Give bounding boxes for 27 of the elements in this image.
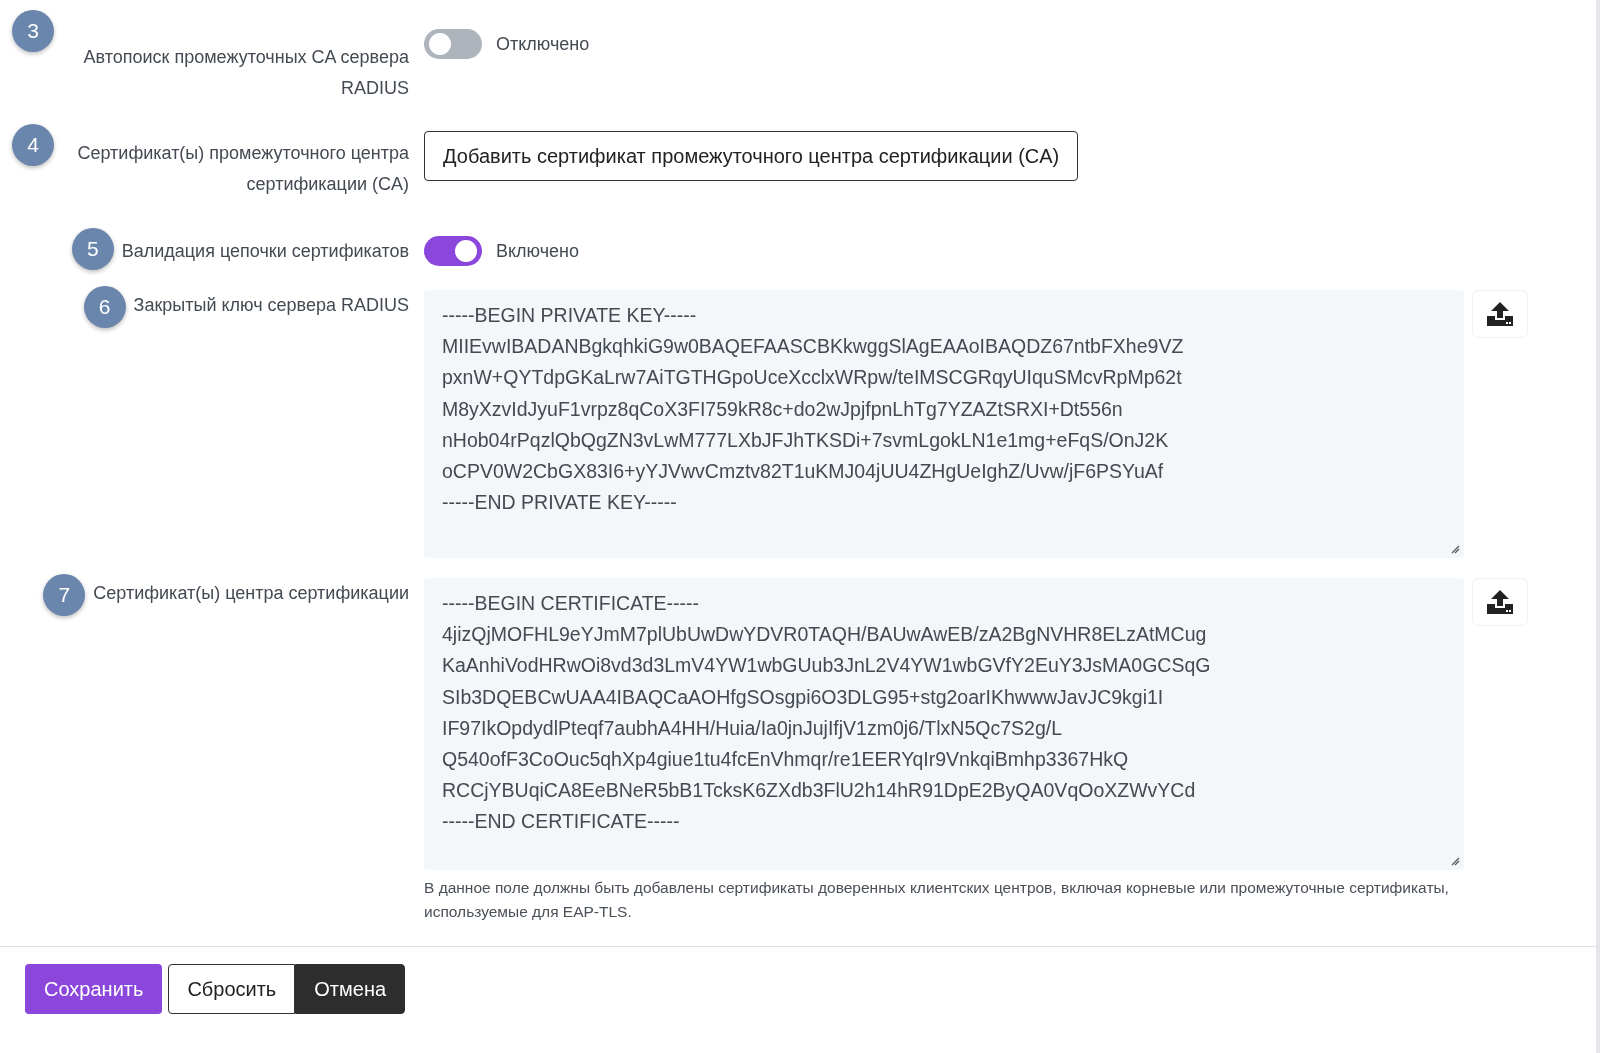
upload-icon: [1487, 302, 1513, 326]
step-number: 5: [71, 228, 114, 270]
step-number: 7: [43, 574, 86, 616]
toggle-switch[interactable]: [424, 236, 482, 266]
upload-button[interactable]: [1472, 290, 1528, 338]
field-label: Сертификат(ы) промежуточного центра сертификации (CA): [76, 142, 409, 196]
upload-icon: [1487, 590, 1513, 614]
step-number: 3: [12, 10, 54, 52]
private-key-field[interactable]: -----BEGIN PRIVATE KEY----- MIIEvwIBADANBgkqhkiG9w0BAQEFAASCBKkwggSlAgEAAoIBAQDZ67ntbFXhe9VZ pxnW+QYTdpGKaLrw7AiTGTHGpoUceXcclxWRpw/teIMSCGRqyUIquSMcvRpMp62t M8yXzvIdJyuF1vrpz8qCoX3FI759kR8c+do2wJpjfpnLhTg7YZAZtSRXI+Dt556n nHob04rPqzlQbQgZN3vLwM777LXbJFJhTKSDi+7svmLgokLN1e1mg+eFqS/OnJ2K oCPV0W2CbGX83I6+yYJVwvCmztv82T1uKMJ04jUU4ZHgUeIghZ/Uvw/jF6PSYuAf -----END PRIVATE KEY-----: [424, 290, 1464, 558]
reset-button[interactable]: Сбросить: [168, 964, 296, 1014]
save-button[interactable]: Сохранить: [25, 964, 163, 1014]
add-certificate-button[interactable]: Добавить сертификат промежуточного центра сертификации (CA): [424, 131, 1079, 181]
field-label: Сертификат(ы) центра сертификации: [93, 582, 409, 605]
field-label: Закрытый ключ сервера RADIUS: [133, 294, 409, 317]
resize-handle-icon[interactable]: [1450, 544, 1460, 554]
toggle-switch[interactable]: [424, 29, 482, 59]
certificate-field[interactable]: -----BEGIN CERTIFICATE----- 4jizQjMOFHL9eYJmM7plUbUwDwYDVR0TAQH/BAUwAwEB/zA2BgNVHR8ELzAtMCug KaAnhiVodHRwOi8vd3d3LmV4YW1wbGUub3JnL2V4YW1wbGVfY2EuY3JsMA0GCSqG SIb3DQEBCwUAA4IBAQCaAOHfgSOsgpi6O3DLG95+stg2oarIKhwwwJavJC9kgi1I IF97IkOpdydlPteqf7aubhA4HH/Huia/Ia0jnJujIfjV1zm0j6/TlxN5Qc7S2g/L Q540ofF3CoOuc5qhXp4giue1tu4fcEnVhmqr/re1EERYqIr9VnkqiBmhp3367HkQ RCCjYBUqiCA8EeBNeR5bB1TcksK6ZXdb3FlU2h14hR91DpE2ByQA0VqOoXZWvYCd -----END CERTIFICATE-----: [424, 578, 1464, 870]
help-text: В данное поле должны быть добавлены сертификаты доверенных клиентских центров, включая корневые или промежуточные сертификаты, используемые для EAP-TLS.: [424, 878, 1450, 922]
toggle-state: Включено: [496, 240, 580, 262]
resize-handle-icon[interactable]: [1450, 856, 1460, 866]
toggle-state: Отключено: [496, 33, 590, 55]
upload-button[interactable]: [1472, 578, 1528, 626]
step-number: 6: [83, 286, 126, 328]
cancel-button[interactable]: Отмена: [295, 964, 406, 1014]
field-label: Автопоиск промежуточных CA сервера RADIUS: [82, 46, 409, 100]
step-number: 4: [12, 124, 54, 166]
field-label: Валидация цепочки сертификатов: [121, 240, 409, 263]
